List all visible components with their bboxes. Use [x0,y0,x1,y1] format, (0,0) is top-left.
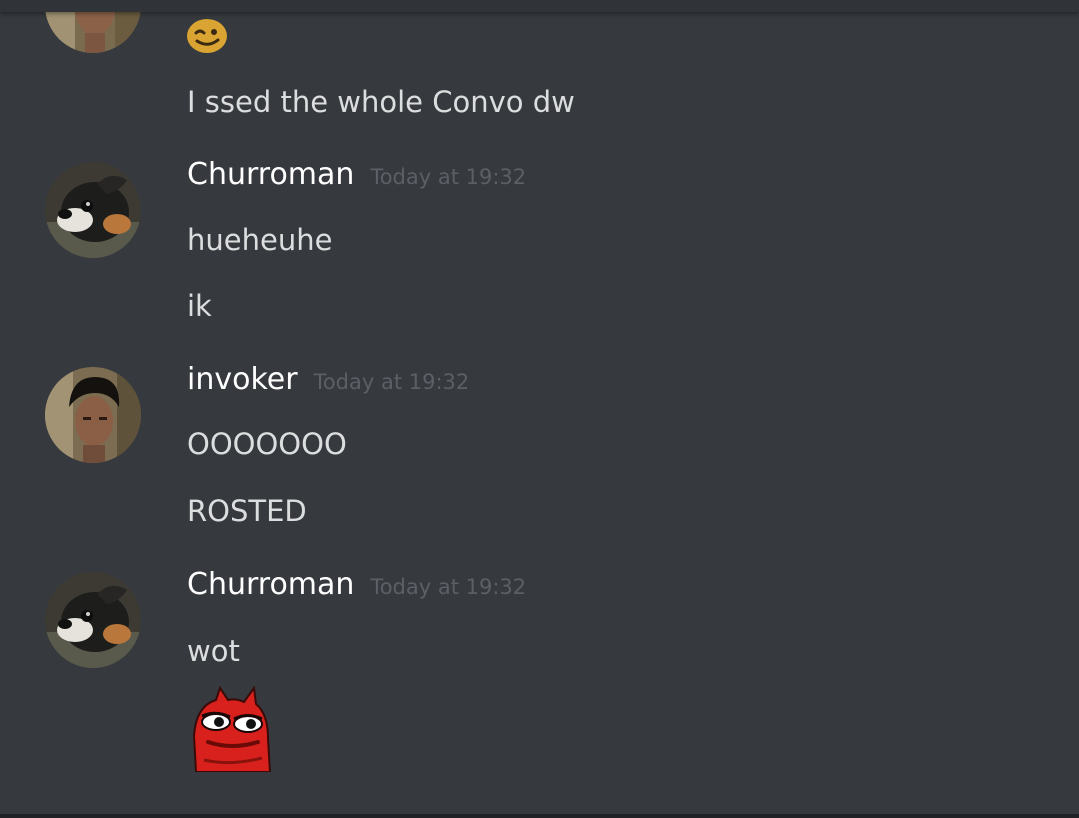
timestamp: Today at 19:32 [370,575,527,599]
username[interactable]: Churroman [187,157,354,192]
username[interactable]: invoker [187,362,298,397]
chat-message-list: I ssed the whole Convo dw Churroman Today… [0,0,1079,818]
message-text: wot [187,634,240,668]
message-text: OOOOOOO [187,427,347,461]
channel-header-bar [0,0,1079,12]
timestamp: Today at 19:32 [370,165,527,189]
username[interactable]: Churroman [187,567,354,602]
message-header: Churroman Today at 19:32 [187,157,526,197]
message-header: Churroman Today at 19:32 [187,567,526,607]
message-text: ik [187,289,212,323]
timestamp: Today at 19:32 [313,370,470,394]
red-pepe-devil-emoji [186,685,272,776]
user-avatar-invoker[interactable] [45,367,141,463]
message-text: hueheuhe [187,223,333,257]
user-avatar-churroman[interactable] [45,162,141,258]
message-text: I ssed the whole Convo dw [187,85,575,119]
bottom-divider [0,814,1079,818]
winking-face-icon [186,18,228,58]
user-avatar-churroman[interactable] [45,572,141,668]
message-text: ROSTED [187,494,307,528]
message-header: invoker Today at 19:32 [187,362,469,402]
